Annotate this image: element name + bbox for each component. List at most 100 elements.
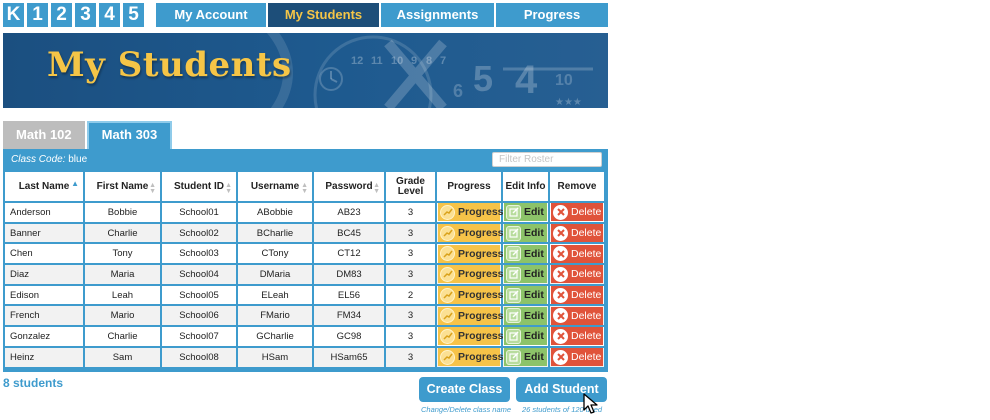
chart-trend-icon <box>440 246 455 262</box>
chart-trend-icon <box>440 287 455 303</box>
edit-student-button[interactable]: Edit <box>504 327 547 346</box>
delete-student-button[interactable]: Delete <box>551 348 603 367</box>
view-progress-button[interactable]: Progress <box>438 265 504 284</box>
tab-assignments[interactable]: Assignments <box>381 3 494 27</box>
page-banner: My Students 12 11 10 9 8 7 6 5 4 10 ★★★ <box>3 33 608 108</box>
roster-panel: Class Code: blue Last Name▲ First Name▲▼… <box>3 149 608 372</box>
remove-cell: Delete <box>550 306 606 328</box>
delete-student-button[interactable]: Delete <box>551 244 603 263</box>
last-name-cell: Anderson <box>5 203 85 224</box>
edit-pencil-icon <box>506 308 521 324</box>
edit-cell: Edit <box>503 265 550 286</box>
mouse-pointer-icon <box>583 393 598 414</box>
username-cell: HSam <box>238 347 314 369</box>
chart-trend-icon <box>440 349 455 365</box>
page-title: My Students <box>47 45 292 85</box>
grade-2-button[interactable]: 2 <box>51 3 72 27</box>
grade-k-button[interactable]: K <box>3 3 24 27</box>
delete-student-button[interactable]: Delete <box>551 306 603 325</box>
edit-pencil-icon <box>506 246 521 262</box>
decor-number: 12 <box>351 55 363 67</box>
column-header-remove: Remove <box>550 172 606 203</box>
view-progress-button[interactable]: Progress <box>438 286 504 305</box>
view-progress-button[interactable]: Progress <box>438 348 504 367</box>
delete-student-button[interactable]: Delete <box>551 286 603 305</box>
delete-student-button[interactable]: Delete <box>551 224 603 243</box>
first-name-cell: Sam <box>85 347 162 369</box>
progress-button-label: Progress <box>458 289 504 302</box>
last-name-cell: French <box>5 306 85 328</box>
sort-icon: ▲ ▼ <box>301 182 308 195</box>
edit-student-button[interactable]: Edit <box>504 306 547 325</box>
last-name-cell: Edison <box>5 285 85 307</box>
edit-button-label: Edit <box>524 351 544 364</box>
edit-student-button[interactable]: Edit <box>504 203 547 222</box>
sort-icon: ▲ ▼ <box>225 182 232 195</box>
edit-student-button[interactable]: Edit <box>504 286 547 305</box>
view-progress-button[interactable]: Progress <box>438 327 504 346</box>
delete-student-button[interactable]: Delete <box>551 265 603 284</box>
progress-cell: Progress <box>437 285 504 307</box>
column-header-student-id[interactable]: Student ID ▲ ▼ <box>162 172 238 203</box>
class-tab-math-303[interactable]: Math 303 <box>86 121 173 149</box>
edit-pencil-icon <box>506 287 521 303</box>
edit-pencil-icon <box>506 204 521 220</box>
sort-icon: ▲ ▼ <box>373 182 380 195</box>
close-circle-icon <box>553 266 568 282</box>
first-name-cell: Bobbie <box>85 203 162 224</box>
password-cell: FM34 <box>314 306 386 328</box>
table-row: Gonzalez Charlie School07 GCharlie GC98 3 Prog… <box>5 327 606 348</box>
remove-cell: Delete <box>550 285 606 307</box>
student-id-cell: School07 <box>162 327 238 348</box>
column-header-last-name[interactable]: Last Name ▲ <box>5 172 85 203</box>
view-progress-button[interactable]: Progress <box>438 244 504 263</box>
edit-button-label: Edit <box>524 247 544 260</box>
progress-cell: Progress <box>437 306 504 328</box>
password-cell: HSam65 <box>314 347 386 369</box>
grade-level-cell: 3 <box>386 306 437 328</box>
class-tabs: Math 102 Math 303 <box>3 121 173 149</box>
edit-student-button[interactable]: Edit <box>504 224 547 243</box>
grade-3-button[interactable]: 3 <box>75 3 96 27</box>
tab-my-students[interactable]: My Students <box>268 3 379 27</box>
tab-progress[interactable]: Progress <box>496 3 608 27</box>
password-cell: GC98 <box>314 327 386 348</box>
filter-roster-input[interactable] <box>492 152 602 167</box>
class-tab-math-102[interactable]: Math 102 <box>3 121 85 149</box>
student-id-cell: School01 <box>162 203 238 224</box>
username-cell: FMario <box>238 306 314 328</box>
close-circle-icon <box>553 308 568 324</box>
edit-pencil-icon <box>506 328 521 344</box>
delete-student-button[interactable]: Delete <box>551 203 603 222</box>
delete-button-label: Delete <box>571 206 602 219</box>
student-id-cell: School06 <box>162 306 238 328</box>
student-id-cell: School02 <box>162 223 238 245</box>
column-header-first-name[interactable]: First Name ▲ ▼ <box>85 172 162 203</box>
grade-5-button[interactable]: 5 <box>123 3 144 27</box>
last-name-cell: Heinz <box>5 347 85 369</box>
edit-student-button[interactable]: Edit <box>504 265 547 284</box>
progress-button-label: Progress <box>458 268 504 281</box>
edit-student-button[interactable]: Edit <box>504 348 547 367</box>
tab-my-account[interactable]: My Account <box>156 3 266 27</box>
create-class-button[interactable]: Create Class <box>419 377 510 402</box>
password-cell: DM83 <box>314 265 386 286</box>
column-header-username[interactable]: Username ▲ ▼ <box>238 172 314 203</box>
student-roster-table: Last Name ▲ First Name ▲ ▼ Student ID ▲ ▼ Use… <box>5 172 606 369</box>
decor-number: 10 <box>555 72 573 89</box>
grade-4-button[interactable]: 4 <box>99 3 120 27</box>
last-name-cell: Chen <box>5 244 85 266</box>
view-progress-button[interactable]: Progress <box>438 306 504 325</box>
edit-cell: Edit <box>503 347 550 369</box>
column-header-password[interactable]: Password ▲ ▼ <box>314 172 386 203</box>
edit-student-button[interactable]: Edit <box>504 244 547 263</box>
edit-cell: Edit <box>503 203 550 224</box>
chart-trend-icon <box>440 225 455 241</box>
grade-1-button[interactable]: 1 <box>27 3 48 27</box>
delete-student-button[interactable]: Delete <box>551 327 603 346</box>
table-row: Chen Tony School03 CTony CT12 3 Progress Edit De… <box>5 244 606 266</box>
view-progress-button[interactable]: Progress <box>438 203 504 222</box>
username-cell: BCharlie <box>238 223 314 245</box>
grade-level-cell: 3 <box>386 223 437 245</box>
view-progress-button[interactable]: Progress <box>438 224 504 243</box>
